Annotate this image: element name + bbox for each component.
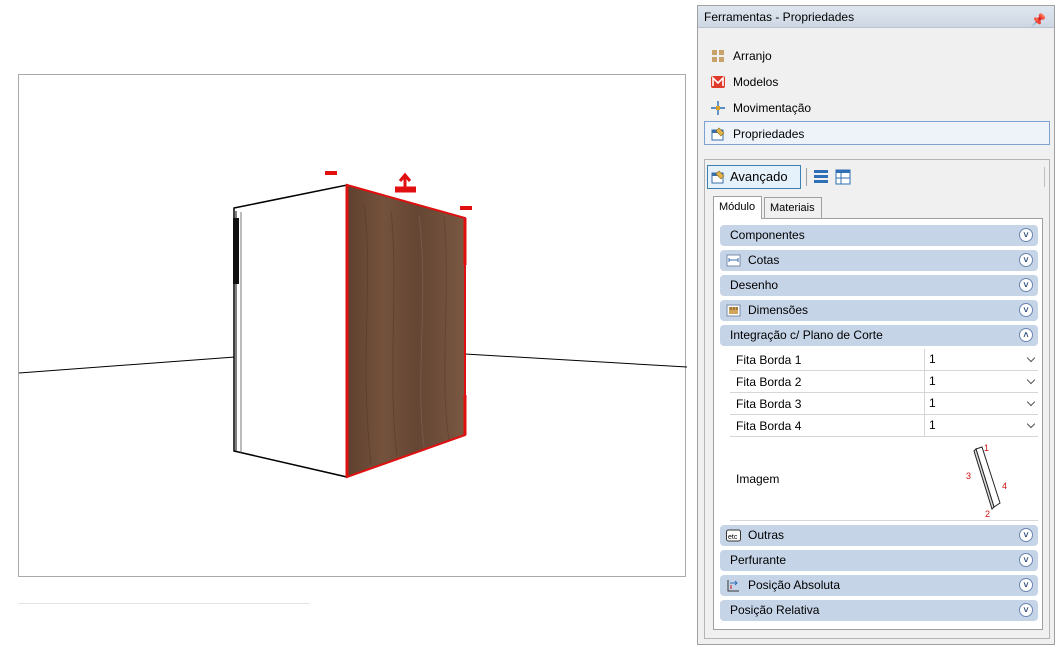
group-posicao-relativa[interactable]: Posição Relativa ˅ <box>720 600 1038 621</box>
table-view-icon[interactable] <box>835 169 851 185</box>
prop-fita-borda-1: Fita Borda 1 1 <box>730 349 1038 371</box>
group-desenho[interactable]: Desenho ˅ <box>720 275 1038 296</box>
group-label: Outras <box>748 528 785 542</box>
tool-arranjo[interactable]: Arranjo <box>704 43 1050 67</box>
advanced-button[interactable]: Avançado <box>707 165 801 189</box>
properties-subpanel: Avançado Módulo Materiais Componentes ˅ … <box>704 159 1050 639</box>
status-divider <box>18 603 310 604</box>
expand-icon[interactable]: ˅ <box>1019 228 1033 242</box>
chevron-down-icon[interactable] <box>1026 353 1036 363</box>
tab-page-modulo: Componentes ˅ Cotas ˅ Desenho ˅ Dimensõe… <box>713 218 1043 630</box>
svg-text:etc: etc <box>728 534 738 541</box>
panel-title-text: Ferramentas - Propriedades <box>704 10 855 24</box>
group-label: Desenho <box>730 278 779 292</box>
arrange-icon <box>712 50 724 62</box>
dimensions-icon <box>726 254 741 267</box>
tool-label: Movimentação <box>733 101 812 115</box>
prop-label: Fita Borda 2 <box>736 375 802 389</box>
group-dimensoes[interactable]: Dimensões ˅ <box>720 300 1038 321</box>
tool-movimentacao[interactable]: Movimentação <box>704 95 1050 119</box>
expand-icon[interactable]: ˅ <box>1019 603 1033 617</box>
edge-label-1: 1 <box>984 443 989 453</box>
collapse-icon[interactable]: ˄ <box>1019 328 1033 342</box>
expand-icon[interactable]: ˅ <box>1019 253 1033 267</box>
group-label: Integração c/ Plano de Corte <box>730 328 883 342</box>
expand-icon[interactable]: ˅ <box>1019 278 1033 292</box>
scene-canvas[interactable] <box>19 75 687 578</box>
models-icon <box>711 76 725 88</box>
fita-borda-2-select[interactable]: 1 <box>924 371 1038 393</box>
tool-propriedades[interactable]: Propriedades <box>704 121 1050 145</box>
group-label: Dimensões <box>748 303 809 317</box>
prop-fita-borda-2: Fita Borda 2 1 <box>730 371 1038 393</box>
prop-value: 1 <box>929 352 936 366</box>
ruler-icon <box>726 304 741 317</box>
group-label: Perfurante <box>730 553 787 567</box>
move-icon <box>711 101 725 115</box>
prop-label: Fita Borda 1 <box>736 353 802 367</box>
tool-label: Arranjo <box>733 49 772 63</box>
group-outras[interactable]: etc Outras ˅ <box>720 525 1038 546</box>
prop-label: Fita Borda 4 <box>736 419 802 433</box>
etc-icon: etc <box>726 529 741 542</box>
properties-icon <box>711 127 725 141</box>
group-perfurante[interactable]: Perfurante ˅ <box>720 550 1038 571</box>
tab-modulo[interactable]: Módulo <box>713 196 762 219</box>
chevron-down-icon[interactable] <box>1026 375 1036 385</box>
prop-label: Imagem <box>736 472 780 486</box>
tab-materiais[interactable]: Materiais <box>764 197 822 218</box>
edge-band-diagram: 1 2 3 4 <box>966 443 1007 517</box>
group-componentes[interactable]: Componentes ˅ <box>720 225 1038 246</box>
expand-icon[interactable]: ˅ <box>1019 528 1033 542</box>
prop-value: 1 <box>929 374 936 388</box>
tools-properties-panel: Ferramentas - Propriedades 📌 Arranjo Mod… <box>697 5 1055 645</box>
selected-side-panel[interactable] <box>346 183 466 479</box>
expand-icon[interactable]: ˅ <box>1019 303 1033 317</box>
group-label: Posição Absoluta <box>748 578 841 592</box>
toolbar-grip <box>1044 167 1045 187</box>
group-integracao-plano-corte[interactable]: Integração c/ Plano de Corte ˄ <box>720 325 1038 346</box>
edge-label-3: 3 <box>966 471 971 481</box>
tool-modelos[interactable]: Modelos <box>704 69 1050 93</box>
chevron-down-icon[interactable] <box>1026 397 1036 407</box>
floor-line-left <box>19 356 236 374</box>
floor-line-right <box>464 353 687 368</box>
prop-fita-borda-3: Fita Borda 3 1 <box>730 393 1038 415</box>
prop-label: Fita Borda 3 <box>736 397 802 411</box>
expand-icon[interactable]: ˅ <box>1019 553 1033 567</box>
pin-icon[interactable]: 📌 <box>1031 9 1046 31</box>
group-posicao-absoluta[interactable]: Posição Absoluta ˅ <box>720 575 1038 596</box>
cabinet-body[interactable] <box>233 184 348 478</box>
chevron-down-icon[interactable] <box>1026 419 1036 429</box>
prop-value: 1 <box>929 396 936 410</box>
prop-fita-borda-4: Fita Borda 4 1 <box>730 415 1038 437</box>
fita-borda-4-select[interactable]: 1 <box>924 415 1038 437</box>
properties-icon <box>711 170 725 184</box>
properties-toolbar: Avançado <box>707 165 1047 191</box>
panel-title: Ferramentas - Propriedades 📌 <box>698 6 1054 28</box>
group-cotas[interactable]: Cotas ˅ <box>720 250 1038 271</box>
advanced-label: Avançado <box>730 169 788 184</box>
expand-icon[interactable]: ˅ <box>1019 578 1033 592</box>
prop-imagem: Imagem 1 2 3 4 <box>730 437 1038 521</box>
3d-viewport[interactable] <box>18 74 687 578</box>
group-label: Posição Relativa <box>730 603 820 617</box>
tool-label: Propriedades <box>733 127 805 141</box>
prop-value: 1 <box>929 418 936 432</box>
edge-label-2: 2 <box>985 509 990 517</box>
fita-borda-3-select[interactable]: 1 <box>924 393 1038 415</box>
tool-label: Modelos <box>733 75 779 89</box>
toolbar-separator <box>806 168 807 186</box>
absolute-position-icon <box>727 580 739 592</box>
group-label: Cotas <box>748 253 780 267</box>
cabinet-handle <box>233 218 239 284</box>
fita-borda-1-select[interactable]: 1 <box>924 349 1038 371</box>
group-label: Componentes <box>730 228 805 242</box>
edge-label-4: 4 <box>1002 481 1007 491</box>
list-view-icon[interactable] <box>813 169 829 185</box>
